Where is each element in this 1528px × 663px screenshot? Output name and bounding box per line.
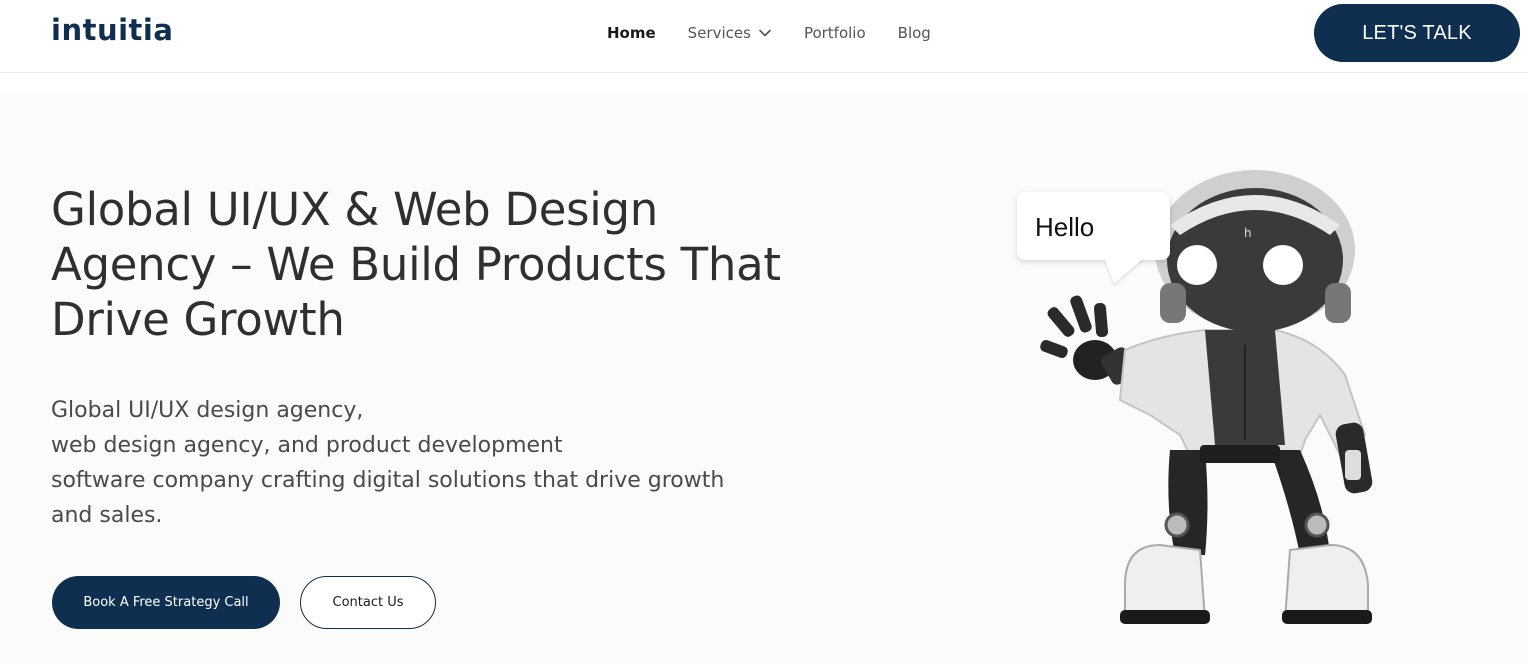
contact-us-button[interactable]: Contact Us [300, 576, 436, 629]
speech-bubble-text: Hello [1035, 212, 1095, 242]
lets-talk-button[interactable]: LET'S TALK [1314, 4, 1520, 62]
nav-item-blog[interactable]: Blog [898, 24, 931, 42]
speech-bubble: Hello [1017, 192, 1170, 260]
svg-text:h: h [1244, 226, 1252, 240]
robot-shoes [1120, 543, 1372, 624]
nav-item-label: Services [687, 24, 751, 42]
nav-item-home[interactable]: Home [607, 24, 656, 42]
robot-legs [1164, 445, 1330, 555]
hero-description: Global UI/UX design agency, web design a… [51, 393, 811, 533]
nav-item-label: Home [607, 24, 656, 42]
speech-bubble-tail [1104, 258, 1144, 284]
hero-description-line: Global UI/UX design agency, [51, 398, 364, 423]
logo[interactable]: intuitia [51, 13, 173, 47]
hero-description-line: software company crafting digital soluti… [51, 468, 725, 493]
robot-head: h [1155, 170, 1355, 332]
hero-description-line: web design agency, and product developme… [51, 433, 563, 458]
chevron-down-icon [759, 29, 771, 37]
hero-description-line: and sales. [51, 503, 163, 528]
nav-item-label: Blog [897, 24, 931, 42]
nav-item-services[interactable]: Services [688, 24, 772, 42]
site-header: intuitia Home Services Portfolio Blog LE… [0, 0, 1528, 73]
main-nav: Home Services Portfolio Blog [607, 24, 963, 42]
hero-title: Global UI/UX & Web Design Agency – We Bu… [51, 183, 781, 346]
nav-item-label: Portfolio [803, 24, 866, 42]
robot-arm-right [1335, 422, 1373, 494]
book-strategy-call-button[interactable]: Book A Free Strategy Call [52, 576, 280, 629]
nav-item-portfolio[interactable]: Portfolio [804, 24, 866, 42]
